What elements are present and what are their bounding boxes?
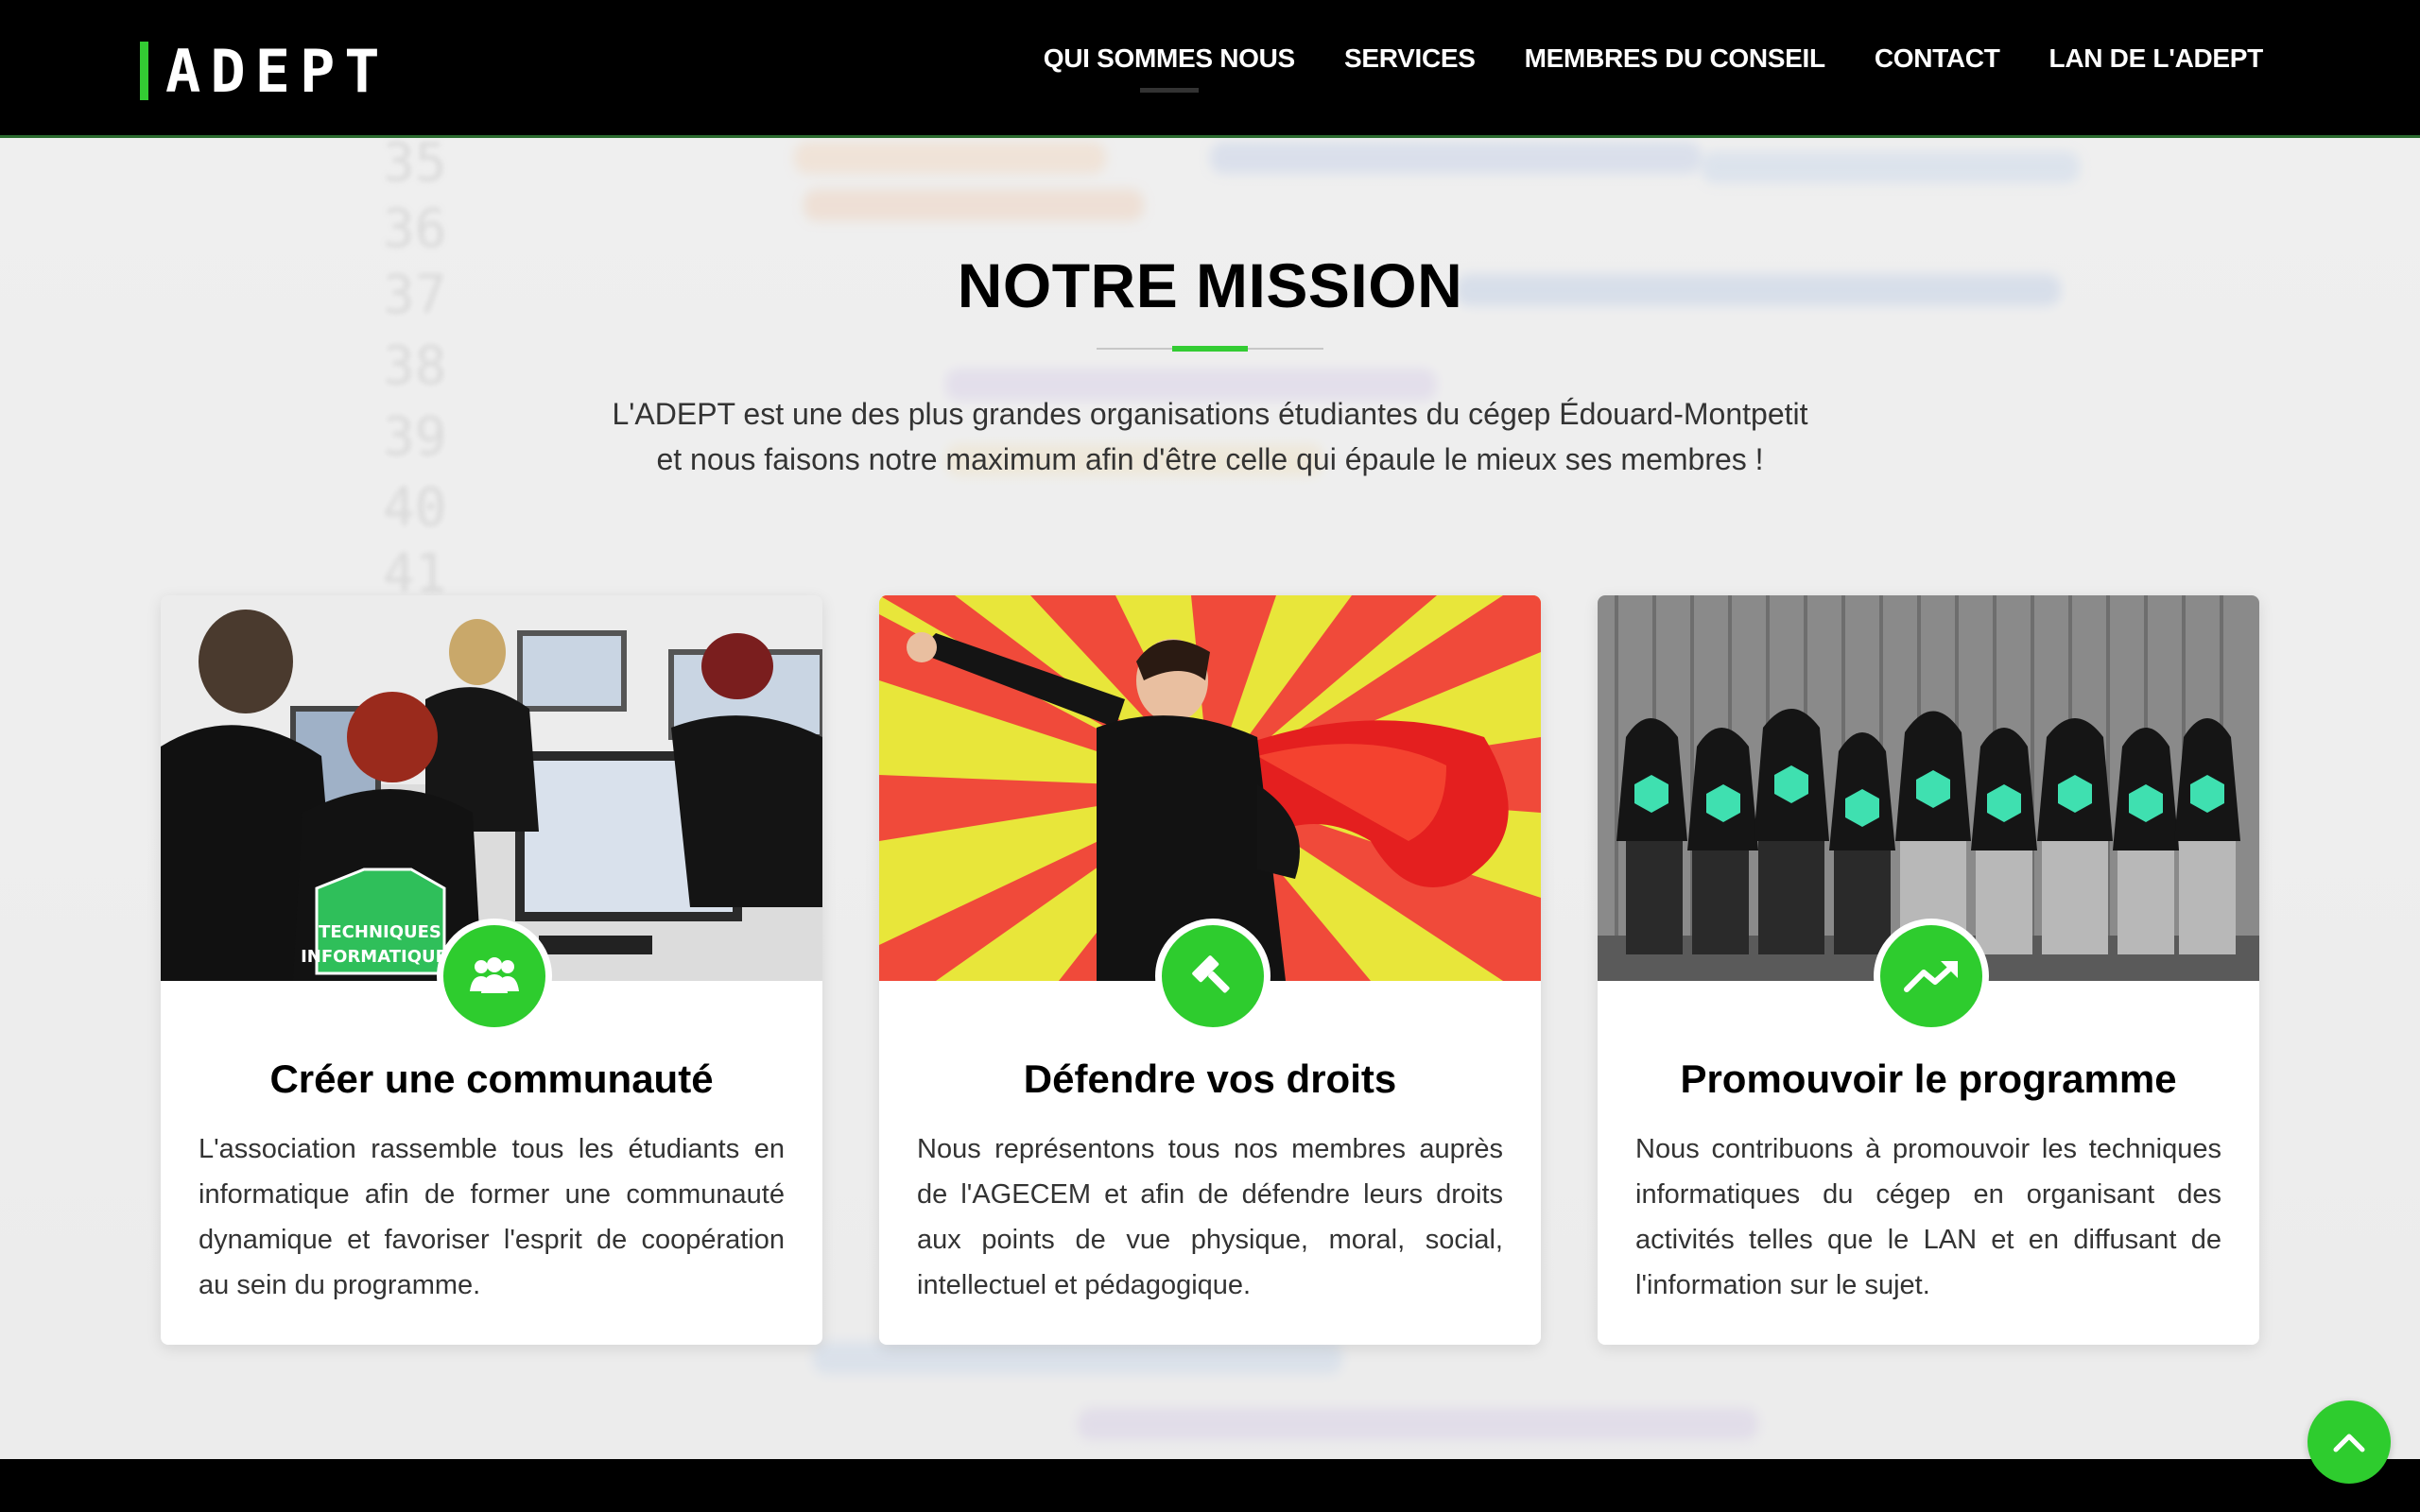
card-text: L'association rassemble tous les étudian… (199, 1134, 785, 1300)
adept-logo[interactable]: ADEPT (140, 37, 389, 106)
card-title: Promouvoir le programme (1680, 1057, 2177, 1101)
logo-accent-bar (140, 42, 148, 100)
mission-card-promote: Promouvoir le programme Nous contribuons… (1598, 595, 2259, 1345)
card-title: Créer une communauté (269, 1057, 714, 1101)
intro-line-2: et nous faisons notre maximum afin d'êtr… (656, 442, 1764, 476)
nav-item-services[interactable]: SERVICES (1344, 43, 1476, 93)
page-title: NOTRE MISSION (957, 250, 1463, 320)
mission-intro: L'ADEPT est une des plus grandes organis… (529, 391, 1891, 482)
main-nav: QUI SOMMES NOUS SERVICES MEMBRES DU CONS… (1044, 43, 2263, 93)
logo-text: ADEPT (165, 36, 389, 106)
title-divider-accent (1172, 346, 1248, 352)
card-text: Nous représentons tous nos membres auprè… (917, 1134, 1503, 1300)
trending-up-icon (1874, 919, 1989, 1034)
photo-badge-line-2: INFORMATIQUES (301, 947, 459, 967)
mission-card-community: TECHNIQUES INFORMATIQUES Créer une commu… (161, 595, 822, 1345)
footer (0, 1459, 2420, 1512)
photo-badge-line-1: TECHNIQUES (319, 922, 441, 942)
chevron-up-icon (2333, 1434, 2365, 1452)
users-icon (437, 919, 552, 1034)
intro-line-1: L'ADEPT est une des plus grandes organis… (612, 397, 1808, 431)
nav-item-lan[interactable]: LAN DE L'ADEPT (2049, 43, 2264, 93)
card-text: Nous contribuons à promouvoir les techni… (1635, 1134, 2221, 1300)
card-title: Défendre vos droits (1023, 1057, 1397, 1101)
mission-card-rights: Défendre vos droits Nous représentons to… (879, 595, 1541, 1345)
title-divider (1097, 346, 1323, 352)
top-navbar: ADEPT QUI SOMMES NOUS SERVICES MEMBRES D… (0, 0, 2420, 138)
nav-item-contact[interactable]: CONTACT (1875, 43, 2000, 93)
scroll-to-top-button[interactable] (2308, 1400, 2391, 1484)
gavel-icon (1155, 919, 1270, 1034)
nav-item-qui-sommes-nous[interactable]: QUI SOMMES NOUS (1044, 43, 1295, 93)
nav-item-membres-du-conseil[interactable]: MEMBRES DU CONSEIL (1525, 43, 1825, 93)
